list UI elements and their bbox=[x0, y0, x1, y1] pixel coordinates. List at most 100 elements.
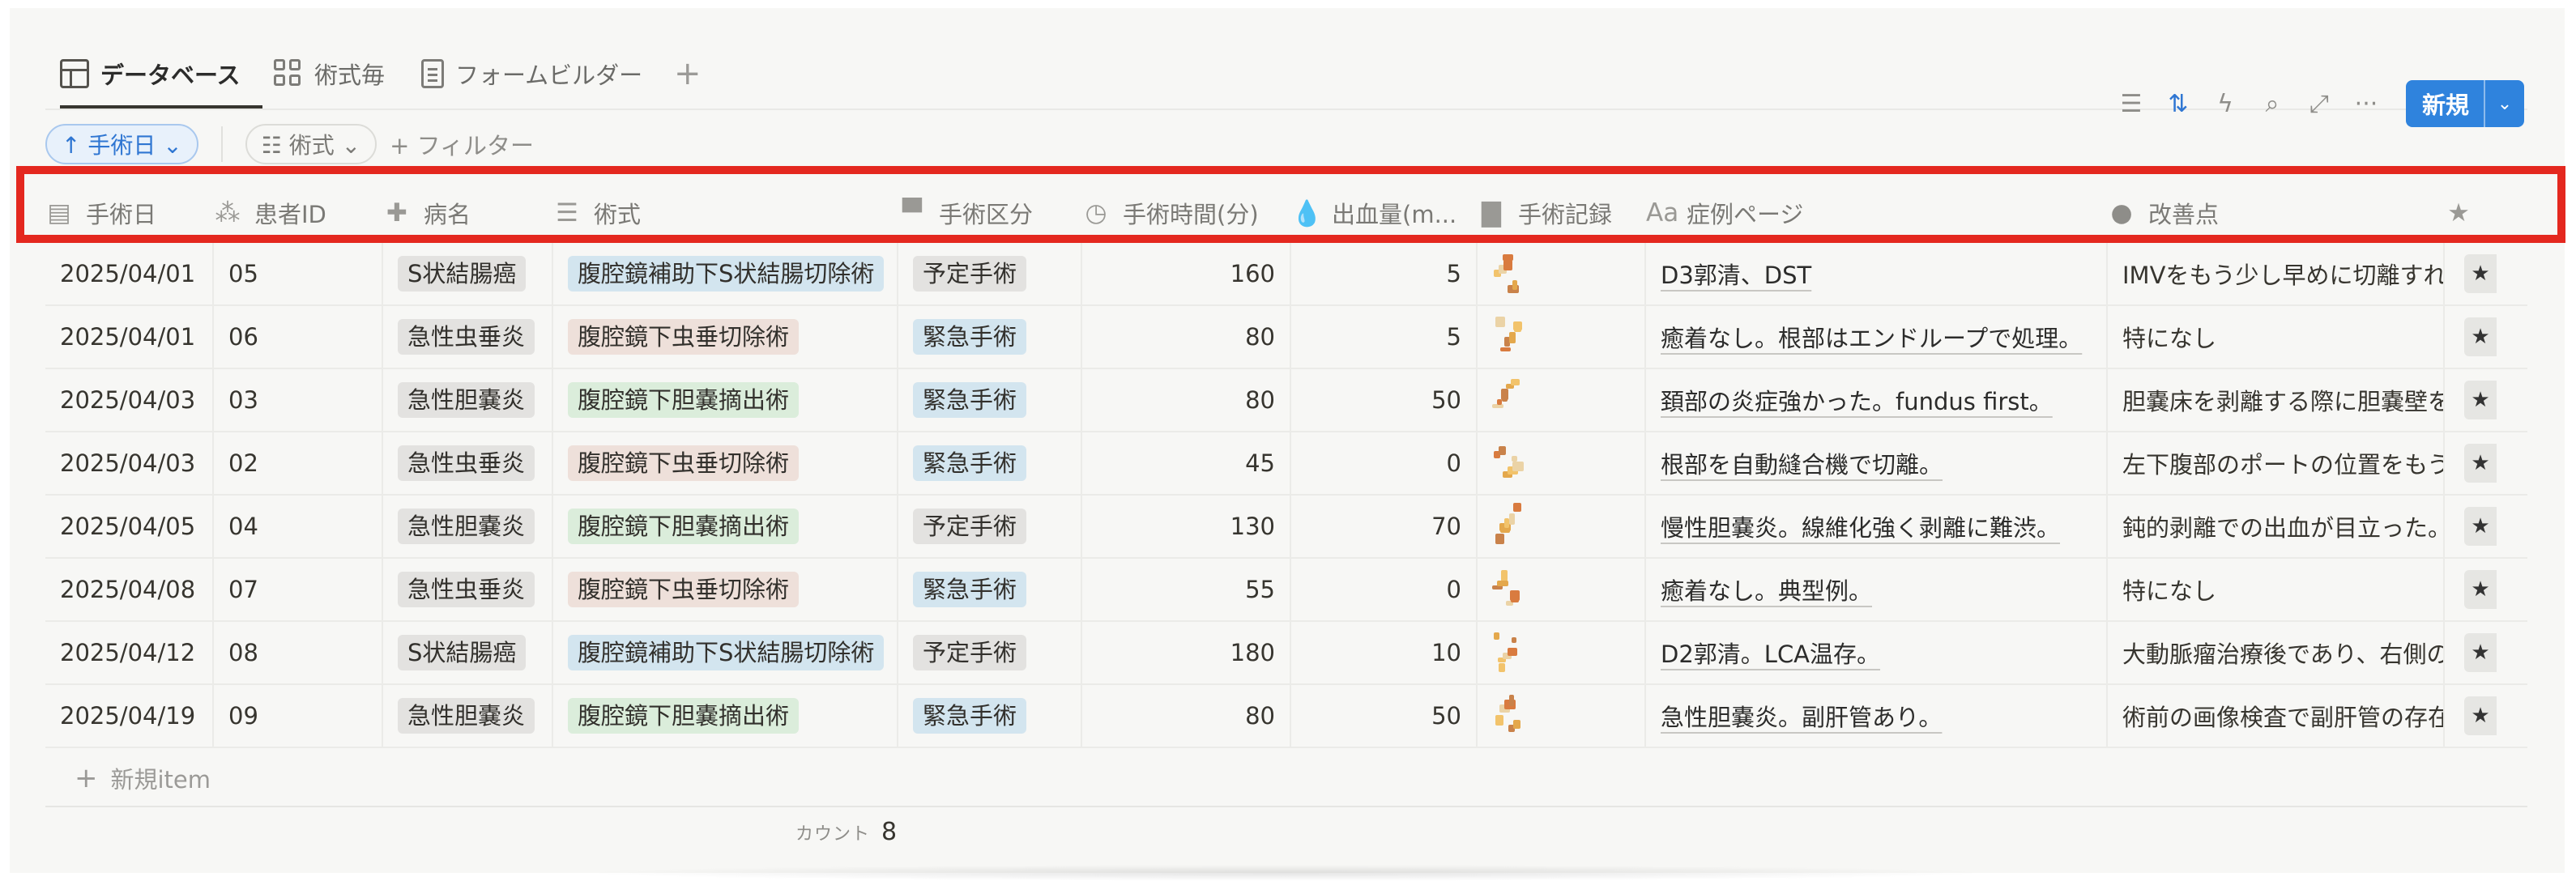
disease-cell[interactable]: S状結腸癌 bbox=[383, 622, 553, 683]
procedure-cell[interactable]: 腹腔鏡補助下S状結腸切除術 bbox=[553, 243, 898, 304]
surgery-time-cell[interactable]: 160 bbox=[1082, 243, 1291, 304]
case-page-cell[interactable]: 癒着なし。典型例。 bbox=[1646, 559, 2108, 620]
improvement-cell[interactable]: 大動脈瘤治療後であり、右側の bbox=[2108, 622, 2445, 683]
blood-loss-cell[interactable]: 5 bbox=[1291, 243, 1478, 304]
disease-cell[interactable]: 急性胆嚢炎 bbox=[383, 496, 553, 557]
surgery-time-cell[interactable]: 80 bbox=[1082, 369, 1291, 431]
case-page-cell[interactable]: 急性胆嚢炎。副肝管あり。 bbox=[1646, 685, 2108, 747]
favorite-cell[interactable]: ★ bbox=[2445, 559, 2527, 620]
surgery-category-cell[interactable]: 緊急手術 bbox=[898, 685, 1082, 747]
surgery-record-cell[interactable] bbox=[1478, 496, 1646, 557]
more-icon[interactable]: ··· bbox=[2343, 80, 2390, 127]
table-row[interactable]: 2025/04/03 03 急性胆嚢炎 腹腔鏡下胆嚢摘出術 緊急手術 80 50 頚部の炎症強… bbox=[45, 369, 2527, 432]
favorite-cell[interactable]: ★ bbox=[2445, 496, 2527, 557]
surgery-date-cell[interactable]: 2025/04/03 bbox=[45, 432, 214, 494]
table-row[interactable]: 2025/04/01 06 急性虫垂炎 腹腔鏡下虫垂切除術 緊急手術 80 5 癒着なし。根部… bbox=[45, 306, 2527, 369]
surgery-time-cell[interactable]: 45 bbox=[1082, 432, 1291, 494]
surgery-record-thumbnail[interactable] bbox=[1492, 377, 1525, 423]
tab-by-procedure[interactable]: 術式毎 bbox=[274, 39, 385, 109]
surgery-date-cell[interactable]: 2025/04/12 bbox=[45, 622, 214, 683]
case-page-cell[interactable]: D3郭清、DST bbox=[1646, 243, 2108, 304]
surgery-record-thumbnail[interactable] bbox=[1492, 503, 1525, 550]
tab-database[interactable]: データベース bbox=[60, 39, 241, 109]
favorite-cell[interactable]: ★ bbox=[2445, 432, 2527, 494]
patient-id-cell[interactable]: 06 bbox=[214, 306, 383, 368]
favorite-cell[interactable]: ★ bbox=[2445, 306, 2527, 368]
sort-icon[interactable]: ⇅ bbox=[2155, 80, 2202, 127]
procedure-cell[interactable]: 腹腔鏡下胆嚢摘出術 bbox=[553, 496, 898, 557]
table-row[interactable]: 2025/04/19 09 急性胆嚢炎 腹腔鏡下胆嚢摘出術 緊急手術 80 50 急性胆嚢炎。… bbox=[45, 685, 2527, 748]
improvement-cell[interactable]: 鈍的剥離での出血が目立った。 bbox=[2108, 496, 2445, 557]
surgery-time-cell[interactable]: 180 bbox=[1082, 622, 1291, 683]
surgery-record-thumbnail[interactable] bbox=[1492, 440, 1525, 487]
star-icon[interactable]: ★ bbox=[2464, 444, 2497, 483]
star-icon[interactable]: ★ bbox=[2464, 254, 2497, 293]
case-page-cell[interactable]: 慢性胆嚢炎。線維化強く剥離に難渋。 bbox=[1646, 496, 2108, 557]
table-row[interactable]: 2025/04/05 04 急性胆嚢炎 腹腔鏡下胆嚢摘出術 予定手術 130 70 慢性胆嚢炎… bbox=[45, 496, 2527, 559]
star-icon[interactable]: ★ bbox=[2464, 381, 2497, 419]
procedure-cell[interactable]: 腹腔鏡下虫垂切除術 bbox=[553, 432, 898, 494]
blood-loss-cell[interactable]: 0 bbox=[1291, 559, 1478, 620]
surgery-record-thumbnail[interactable] bbox=[1492, 313, 1525, 360]
favorite-cell[interactable]: ★ bbox=[2445, 243, 2527, 304]
surgery-record-cell[interactable] bbox=[1478, 243, 1646, 304]
new-item-button[interactable]: + 新規item bbox=[75, 761, 211, 795]
surgery-date-cell[interactable]: 2025/04/05 bbox=[45, 496, 214, 557]
improvement-cell[interactable]: 特になし bbox=[2108, 306, 2445, 368]
disease-cell[interactable]: 急性虫垂炎 bbox=[383, 432, 553, 494]
improvement-cell[interactable]: 特になし bbox=[2108, 559, 2445, 620]
star-icon[interactable]: ★ bbox=[2464, 696, 2497, 735]
patient-id-cell[interactable]: 09 bbox=[214, 685, 383, 747]
star-icon[interactable]: ★ bbox=[2464, 570, 2497, 609]
disease-cell[interactable]: 急性虫垂炎 bbox=[383, 559, 553, 620]
improvement-cell[interactable]: 術前の画像検査で副肝管の存在 bbox=[2108, 685, 2445, 747]
procedure-cell[interactable]: 腹腔鏡下虫垂切除術 bbox=[553, 306, 898, 368]
procedure-cell[interactable]: 腹腔鏡補助下S状結腸切除術 bbox=[553, 622, 898, 683]
surgery-time-cell[interactable]: 55 bbox=[1082, 559, 1291, 620]
disease-cell[interactable]: 急性胆嚢炎 bbox=[383, 685, 553, 747]
surgery-time-cell[interactable]: 80 bbox=[1082, 306, 1291, 368]
automation-icon[interactable]: ϟ bbox=[2202, 80, 2249, 127]
surgery-category-cell[interactable]: 緊急手術 bbox=[898, 369, 1082, 431]
add-filter-button[interactable]: + フィルター bbox=[390, 127, 534, 161]
patient-id-cell[interactable]: 02 bbox=[214, 432, 383, 494]
surgery-category-cell[interactable]: 緊急手術 bbox=[898, 306, 1082, 368]
patient-id-cell[interactable]: 04 bbox=[214, 496, 383, 557]
surgery-date-cell[interactable]: 2025/04/08 bbox=[45, 559, 214, 620]
surgery-category-cell[interactable]: 緊急手術 bbox=[898, 432, 1082, 494]
improvement-cell[interactable]: 左下腹部のポートの位置をもう少 bbox=[2108, 432, 2445, 494]
group-chip[interactable]: ☷ 術式 ⌄ bbox=[245, 124, 377, 164]
favorite-cell[interactable]: ★ bbox=[2445, 369, 2527, 431]
disease-cell[interactable]: 急性虫垂炎 bbox=[383, 306, 553, 368]
surgery-category-cell[interactable]: 予定手術 bbox=[898, 622, 1082, 683]
star-icon[interactable]: ★ bbox=[2464, 317, 2497, 356]
improvement-cell[interactable]: 胆嚢床を剥離する際に胆嚢壁を bbox=[2108, 369, 2445, 431]
blood-loss-cell[interactable]: 5 bbox=[1291, 306, 1478, 368]
improvement-cell[interactable]: IMVをもう少し早めに切離すれば bbox=[2108, 243, 2445, 304]
patient-id-cell[interactable]: 05 bbox=[214, 243, 383, 304]
blood-loss-cell[interactable]: 50 bbox=[1291, 369, 1478, 431]
favorite-cell[interactable]: ★ bbox=[2445, 622, 2527, 683]
surgery-record-cell[interactable] bbox=[1478, 432, 1646, 494]
filter-icon[interactable]: ☰ bbox=[2108, 80, 2155, 127]
surgery-date-cell[interactable]: 2025/04/01 bbox=[45, 306, 214, 368]
search-icon[interactable]: ⌕ bbox=[2249, 80, 2296, 127]
surgery-time-cell[interactable]: 80 bbox=[1082, 685, 1291, 747]
surgery-record-cell[interactable] bbox=[1478, 622, 1646, 683]
table-row[interactable]: 2025/04/08 07 急性虫垂炎 腹腔鏡下虫垂切除術 緊急手術 55 0 癒着なし。典型… bbox=[45, 559, 2527, 622]
surgery-date-cell[interactable]: 2025/04/19 bbox=[45, 685, 214, 747]
star-icon[interactable]: ★ bbox=[2464, 507, 2497, 546]
surgery-record-cell[interactable] bbox=[1478, 685, 1646, 747]
disease-cell[interactable]: S状結腸癌 bbox=[383, 243, 553, 304]
surgery-record-thumbnail[interactable] bbox=[1492, 692, 1525, 739]
sort-chip[interactable]: ↑ 手術日 ⌄ bbox=[45, 124, 198, 164]
star-icon[interactable]: ★ bbox=[2464, 633, 2497, 672]
surgery-record-cell[interactable] bbox=[1478, 559, 1646, 620]
patient-id-cell[interactable]: 07 bbox=[214, 559, 383, 620]
tab-form-builder[interactable]: フォームビルダー bbox=[421, 39, 642, 109]
surgery-time-cell[interactable]: 130 bbox=[1082, 496, 1291, 557]
procedure-cell[interactable]: 腹腔鏡下胆嚢摘出術 bbox=[553, 369, 898, 431]
add-view-button[interactable]: + bbox=[674, 53, 702, 94]
case-page-cell[interactable]: D2郭清。LCA温存。 bbox=[1646, 622, 2108, 683]
surgery-record-cell[interactable] bbox=[1478, 306, 1646, 368]
